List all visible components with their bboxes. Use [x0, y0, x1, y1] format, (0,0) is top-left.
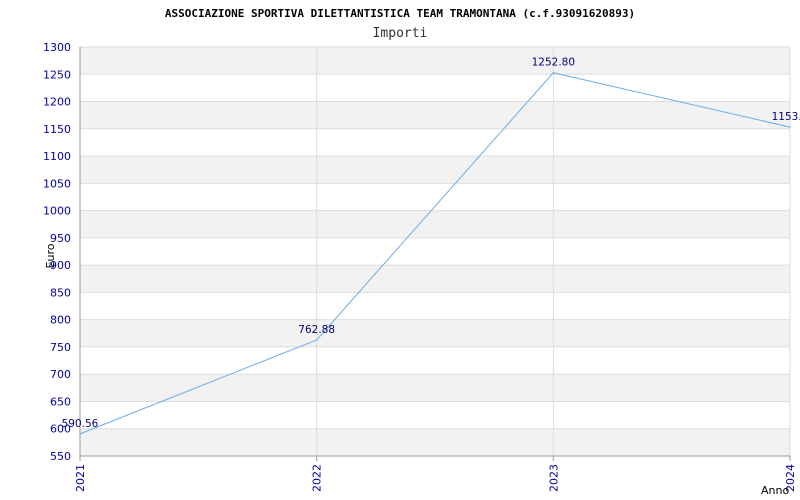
- grid-band: [80, 401, 790, 429]
- grid-band: [80, 128, 790, 157]
- y-tick-label: 1250: [43, 68, 71, 81]
- y-tick-label: 800: [50, 314, 71, 327]
- grid-band: [80, 319, 790, 347]
- grid-band: [80, 346, 790, 375]
- y-tick-label: 1150: [43, 123, 71, 136]
- x-tick-label: 2022: [311, 464, 324, 492]
- data-label: 762.88: [298, 324, 335, 336]
- grid-band: [80, 101, 790, 129]
- grid-band: [80, 237, 790, 266]
- grid-band: [80, 374, 790, 402]
- grid-band: [80, 156, 790, 184]
- y-tick-label: 750: [50, 341, 71, 354]
- y-tick-label: 1100: [43, 150, 71, 163]
- data-label: 1252.80: [532, 57, 575, 69]
- x-tick-label: 2021: [74, 464, 87, 492]
- data-point: [789, 126, 791, 128]
- data-point: [79, 433, 81, 435]
- grid-band: [80, 210, 790, 238]
- y-tick-label: 1200: [43, 96, 71, 109]
- data-point: [552, 71, 555, 74]
- y-tick-label: 650: [50, 395, 71, 408]
- x-axis-label: Anno: [761, 484, 789, 497]
- grid-band: [80, 74, 790, 102]
- x-tick-label: 2023: [547, 464, 560, 492]
- y-tick-label: 1050: [43, 177, 71, 190]
- x-tick-labels: 2021 2022 2023 2024: [74, 464, 797, 492]
- data-point: [315, 339, 318, 341]
- y-axis-label: Euro: [44, 243, 57, 268]
- y-tick-label: 1300: [43, 41, 71, 54]
- chart-subtitle: Importi: [373, 26, 428, 41]
- y-tick-label: 950: [50, 232, 71, 245]
- y-tick-label: 550: [50, 450, 71, 463]
- chart-title: ASSOCIAZIONE SPORTIVA DILETTANTISTICA TE…: [165, 7, 635, 20]
- grid-band: [80, 265, 790, 293]
- y-tick-label: 850: [50, 286, 71, 299]
- grid-bands: [80, 47, 790, 456]
- grid-band: [80, 47, 790, 75]
- data-label: 590.56: [62, 418, 99, 430]
- data-label: 1153.1: [772, 111, 800, 123]
- y-tick-label: 1000: [43, 205, 71, 218]
- y-tick-label: 700: [50, 368, 71, 381]
- line-chart: 5506006507007508008509009501000105011001…: [43, 7, 800, 497]
- grid-band: [80, 428, 790, 456]
- grid-band: [80, 292, 790, 320]
